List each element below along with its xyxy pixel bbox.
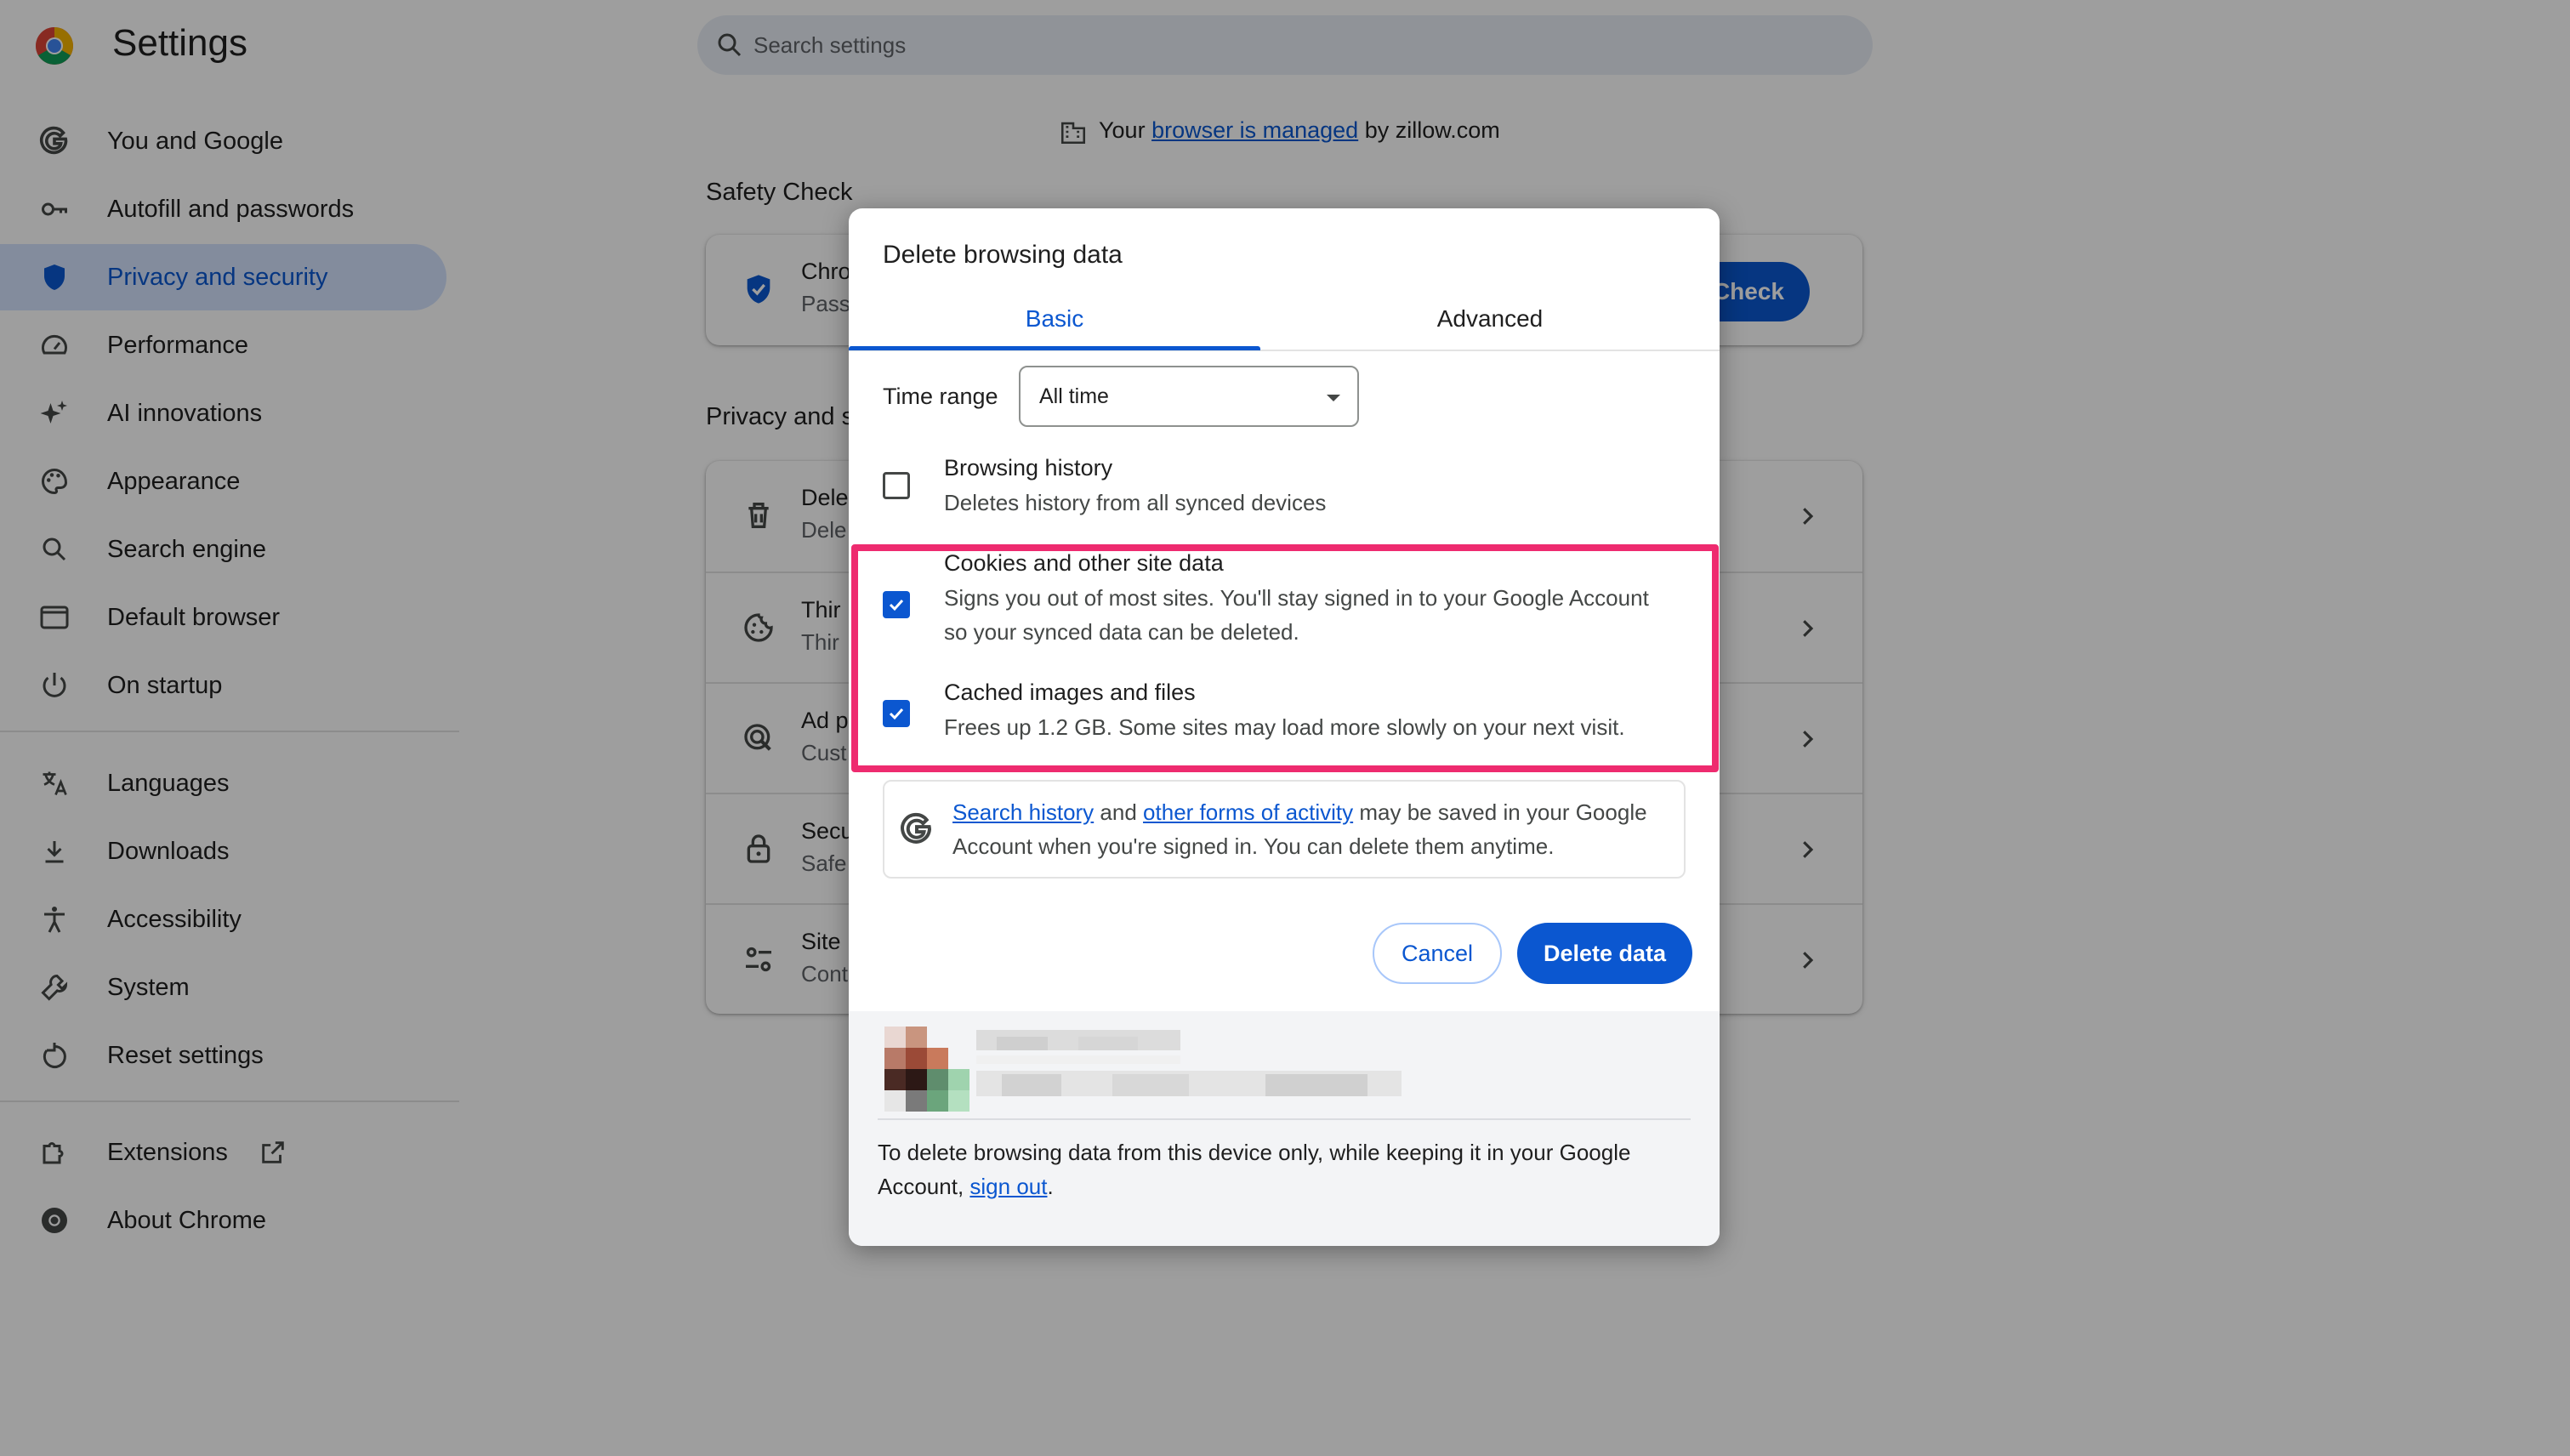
footer-text: To delete browsing data from this device…: [878, 1135, 1694, 1203]
dialog-title: Delete browsing data: [883, 241, 1123, 269]
google-notice-text: Search history and other forms of activi…: [952, 795, 1675, 863]
cancel-button[interactable]: Cancel: [1373, 923, 1502, 984]
account-avatar: [884, 1027, 969, 1112]
delete-data-button[interactable]: Delete data: [1517, 923, 1692, 984]
tab-advanced[interactable]: Advanced: [1260, 300, 1720, 355]
sign-out-link[interactable]: sign out: [969, 1174, 1047, 1199]
option-title: Browsing history: [944, 455, 1113, 481]
time-range-value: All time: [1039, 384, 1109, 408]
highlight-annotation: [851, 544, 1719, 772]
search-history-link[interactable]: Search history: [952, 799, 1094, 825]
tab-active-indicator: [849, 346, 1260, 350]
notice-connector: and: [1100, 799, 1137, 825]
time-range-select[interactable]: All time: [1019, 366, 1359, 427]
dropdown-caret-icon: [1327, 395, 1340, 401]
footer-divider: [878, 1118, 1691, 1120]
account-info-blurred: [976, 1030, 1402, 1096]
dialog-footer: To delete browsing data from this device…: [849, 1011, 1720, 1246]
browsing-history-checkbox[interactable]: [883, 472, 910, 499]
footer-period: .: [1047, 1174, 1054, 1199]
google-activity-notice: Search history and other forms of activi…: [883, 780, 1686, 879]
other-activity-link[interactable]: other forms of activity: [1143, 799, 1353, 825]
option-description: Deletes history from all synced devices: [944, 490, 1327, 515]
option-browsing-history: Browsing history Deletes history from al…: [849, 455, 1720, 532]
google-g-icon: [901, 812, 932, 844]
time-range-label: Time range: [883, 384, 998, 409]
